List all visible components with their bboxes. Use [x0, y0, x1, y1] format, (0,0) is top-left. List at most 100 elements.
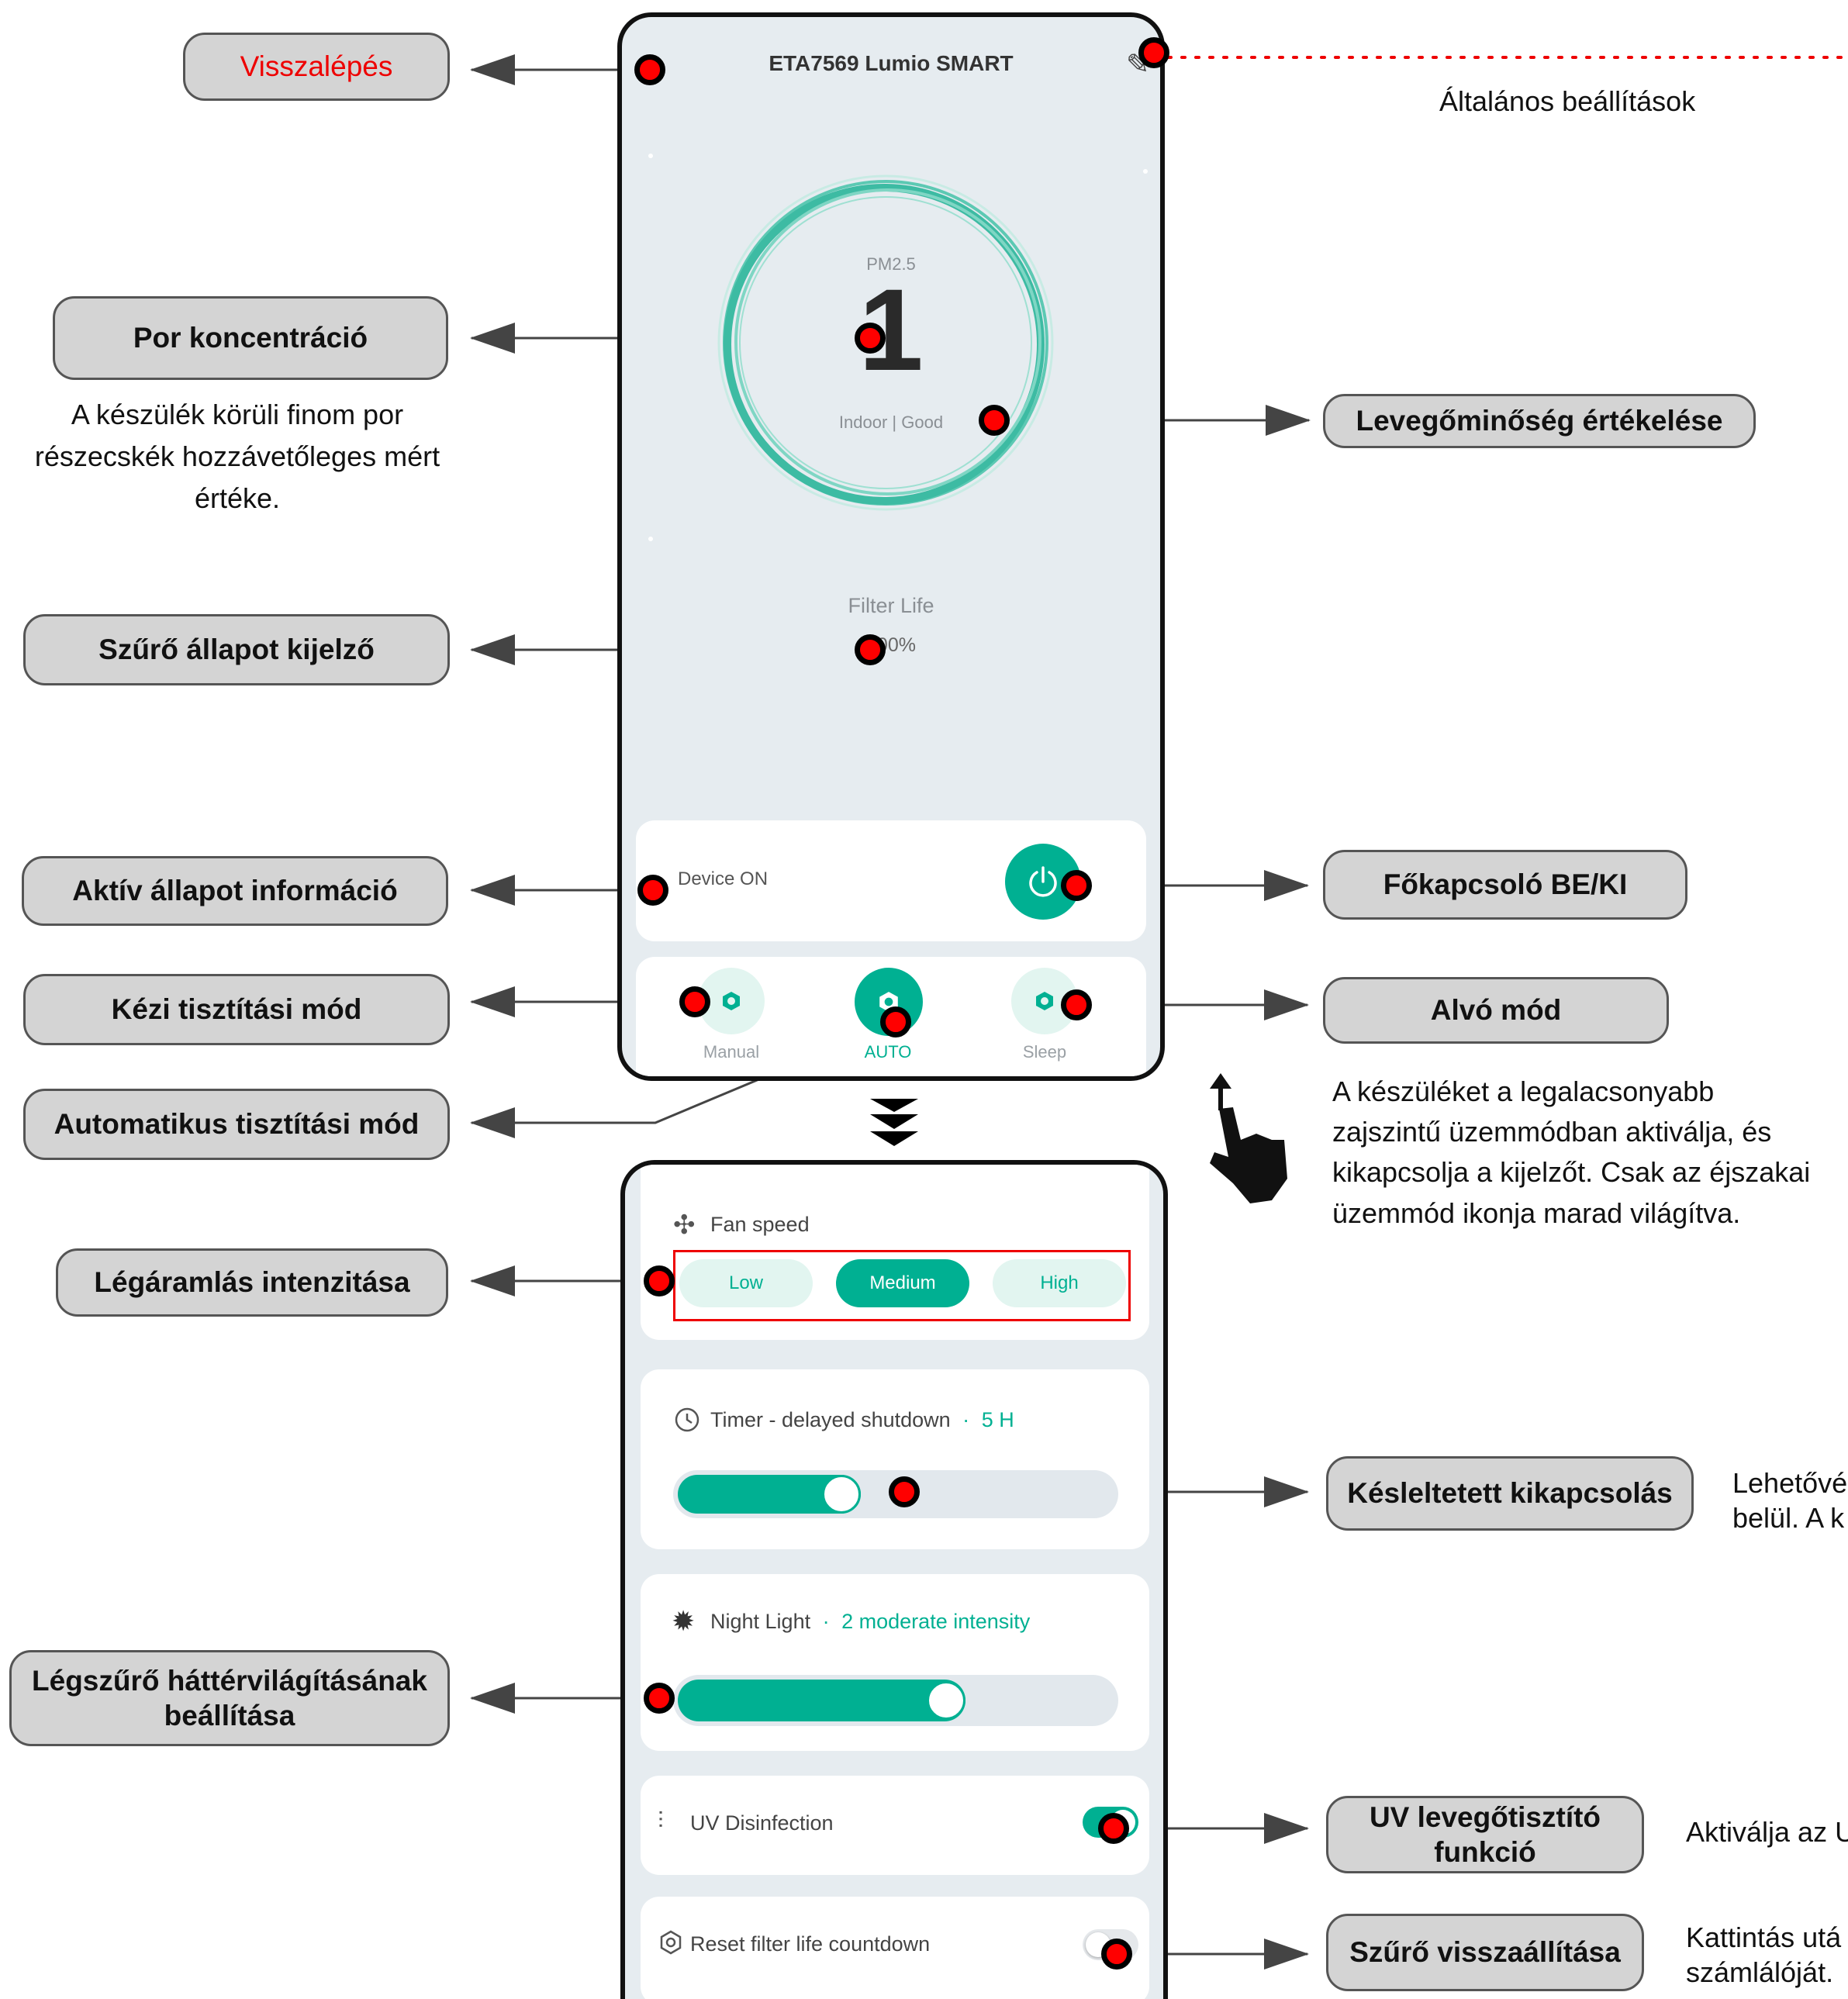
timer-icon — [675, 1407, 699, 1432]
callout-device-label: Aktív állapot információ — [72, 875, 398, 907]
air-quality-label: Indoor | Good — [838, 413, 944, 432]
desc-settings: Általános beállítások — [1439, 81, 1695, 123]
sparkle-icon — [648, 154, 653, 158]
marker-air-quality — [979, 405, 1010, 436]
fan-speed-card: ✣ Fan speed Low Medium High — [641, 1165, 1149, 1340]
sparkle-icon — [1143, 169, 1148, 174]
desc-sleep-line: zajszintű üzemmódban aktiválja, és — [1332, 1116, 1772, 1148]
device-status-text: Device ON — [678, 868, 769, 889]
marker-nightlight — [644, 1683, 675, 1714]
marker-auto — [880, 1006, 911, 1037]
callout-device: Aktív állapot információ — [22, 856, 448, 926]
night-light-slider-thumb[interactable] — [926, 1681, 965, 1720]
callout-power-label: Főkapcsoló BE/KI — [1383, 868, 1628, 901]
filter-life-label: Filter Life — [848, 594, 934, 617]
timer-slider-thumb[interactable] — [822, 1475, 862, 1514]
night-light-slider[interactable] — [673, 1675, 1118, 1726]
manual-mode-icon — [723, 992, 740, 1010]
timer-value: 5 H — [981, 1408, 1014, 1431]
callout-sleep-label: Alvó mód — [1430, 994, 1562, 1027]
marker-reset — [1101, 1939, 1132, 1970]
filter-life-value: 100% — [866, 634, 916, 656]
callout-pm-label: Por koncentráció — [133, 322, 368, 354]
fan-speed-title: Fan speed — [710, 1213, 810, 1236]
callout-uv: UV levegőtisztító funkció — [1326, 1796, 1644, 1873]
marker-device — [637, 875, 668, 906]
marker-fan — [644, 1265, 675, 1296]
auto-mode-label: AUTO — [864, 1042, 912, 1062]
desc-uv: Aktiválja az U — [1686, 1811, 1848, 1853]
marker-back — [634, 54, 665, 85]
power-icon — [1029, 866, 1057, 897]
desc-reset-line: Kattintás utá — [1686, 1921, 1842, 1953]
manual-mode-label: Manual — [703, 1042, 760, 1062]
reset-filter-title: Reset filter life countdown — [690, 1932, 931, 1956]
desc-sleep: A készüléket a legalacsonyabb zajszintű … — [1332, 1072, 1810, 1234]
desc-pm-line: részecskék hozzávetőleges mért — [34, 440, 440, 472]
pm-value: 1 — [858, 264, 924, 395]
callout-uv-label: UV levegőtisztító funkció — [1369, 1800, 1601, 1868]
marker-sleep — [1061, 989, 1092, 1020]
night-light-card: ✹ Night Light · 2 moderate intensity — [641, 1574, 1149, 1751]
phone-screen-main: ‹ ETA7569 Lumio SMART ✎ PM2.5 1 Indoor |… — [617, 12, 1165, 1081]
uv-card: ⫶ UV Disinfection — [641, 1776, 1149, 1875]
night-light-value: 2 moderate intensity — [841, 1610, 1031, 1633]
callout-manual: Kézi tisztítási mód — [23, 974, 450, 1045]
desc-pm-line: értéke. — [194, 482, 281, 514]
timer-card: Timer - delayed shutdown · 5 H — [641, 1369, 1149, 1549]
callout-power: Főkapcsoló BE/KI — [1323, 850, 1687, 920]
desc-timer: Lehetővé belül. A k — [1732, 1466, 1847, 1535]
sleep-mode-label: Sleep — [1022, 1042, 1067, 1062]
sleep-mode-icon — [1036, 992, 1053, 1010]
desc-uv-text: Aktiválja az U — [1686, 1816, 1848, 1848]
fan-option-label: Medium — [869, 1272, 936, 1293]
timer-title-row: Timer - delayed shutdown · 5 H — [710, 1408, 1014, 1432]
callout-air-quality-label: Levegőminőség értékelése — [1356, 405, 1723, 437]
callout-back-label: Visszalépés — [240, 50, 393, 83]
callout-filter-label: Szűrő állapot kijelző — [98, 634, 375, 666]
fan-option-low[interactable]: Low — [679, 1259, 813, 1307]
desc-pm: A készülék körüli finom por részecskék h… — [28, 394, 447, 520]
desc-pm-line: A készülék körüli finom por — [71, 399, 404, 430]
marker-power — [1061, 870, 1092, 901]
fan-option-high[interactable]: High — [993, 1259, 1126, 1307]
desc-sleep-line: üzemmód ikonja marad világítva. — [1332, 1196, 1741, 1229]
callout-reset: Szűrő visszaállítása — [1326, 1914, 1644, 1991]
callout-nightlight-label: Légszűrő háttérvilágításának beállítása — [32, 1664, 427, 1731]
desc-timer-line: Lehetővé — [1732, 1467, 1848, 1499]
fan-option-label: High — [1040, 1272, 1079, 1293]
callout-auto: Automatikus tisztítási mód — [23, 1089, 450, 1160]
callout-fan: Légáramlás intenzitása — [56, 1248, 448, 1317]
reset-filter-card: Reset filter life countdown — [641, 1897, 1149, 1999]
callout-reset-label: Szűrő visszaállítása — [1349, 1936, 1621, 1969]
sun-icon: ✹ — [672, 1605, 696, 1637]
callout-manual-label: Kézi tisztítási mód — [111, 993, 362, 1026]
night-light-separator: · — [822, 1610, 830, 1633]
uv-title: UV Disinfection — [690, 1811, 834, 1835]
filter-reset-icon — [660, 1930, 682, 1955]
marker-settings — [1138, 37, 1169, 68]
phone-screen-settings: ✣ Fan speed Low Medium High Timer - dela… — [620, 1160, 1168, 1999]
desc-settings-text: Általános beállítások — [1439, 85, 1696, 117]
fan-icon: ✣ — [673, 1210, 696, 1240]
device-title: ETA7569 Lumio SMART — [769, 51, 1014, 75]
marker-timer — [889, 1476, 920, 1507]
callout-timer: Késleltetett kikapcsolás — [1326, 1456, 1694, 1531]
callout-pm: Por koncentráció — [53, 296, 448, 380]
callout-air-quality: Levegőminőség értékelése — [1323, 394, 1756, 448]
fan-option-medium[interactable]: Medium — [836, 1259, 969, 1307]
desc-reset-line: számlálóját. — [1686, 1956, 1834, 1988]
timer-separator: · — [962, 1408, 970, 1431]
desc-reset: Kattintás utá számlálóját. — [1686, 1920, 1841, 1990]
desc-timer-line: belül. A k — [1732, 1502, 1845, 1534]
callout-fan-label: Légáramlás intenzitása — [94, 1266, 410, 1299]
desc-sleep-line: A készüléket a legalacsonyabb — [1332, 1075, 1715, 1107]
fan-option-label: Low — [728, 1272, 764, 1293]
callout-sleep: Alvó mód — [1323, 977, 1669, 1044]
marker-pm — [855, 323, 886, 354]
night-light-slider-fill — [678, 1680, 965, 1721]
hand-swipe-icon — [1210, 1073, 1287, 1203]
marker-uv — [1098, 1813, 1129, 1844]
sparkle-icon — [648, 537, 653, 541]
desc-sleep-line: kikapcsolja a kijelzőt. Csak az éjszakai — [1332, 1156, 1811, 1189]
